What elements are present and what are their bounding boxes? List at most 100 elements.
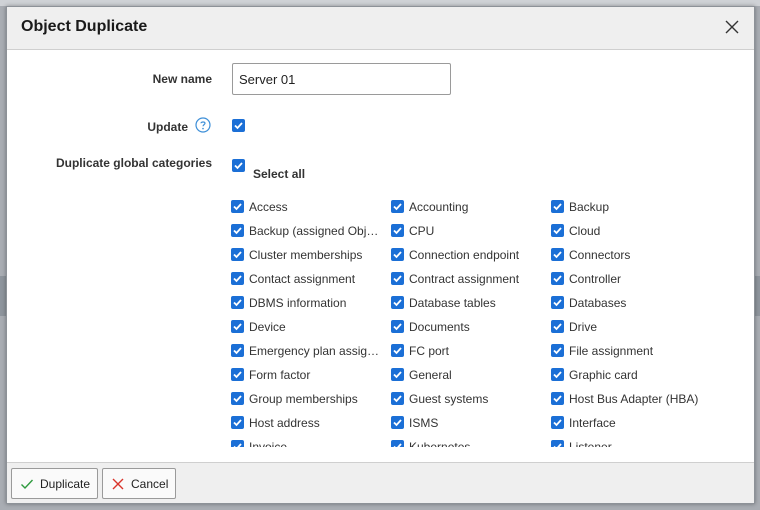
- category-item[interactable]: CPU: [391, 219, 549, 243]
- category-item[interactable]: Graphic card: [551, 363, 709, 387]
- category-label: Listener: [569, 440, 612, 447]
- cancel-button[interactable]: Cancel: [102, 468, 176, 499]
- duplicate-button[interactable]: Duplicate: [11, 468, 98, 499]
- category-checkbox[interactable]: [551, 368, 564, 381]
- category-item[interactable]: Connection endpoint: [391, 243, 549, 267]
- category-item[interactable]: General: [391, 363, 549, 387]
- category-checkbox[interactable]: [231, 200, 244, 213]
- category-label: Host address: [249, 416, 320, 430]
- category-item[interactable]: Cluster memberships: [231, 243, 389, 267]
- category-item[interactable]: File assignment: [551, 339, 709, 363]
- question-circle-icon[interactable]: [195, 117, 211, 133]
- category-item[interactable]: Contract assignment: [391, 267, 549, 291]
- category-label: Accounting: [409, 200, 469, 214]
- update-label: Update: [147, 120, 188, 134]
- category-label: Contact assignment: [249, 272, 356, 286]
- category-item[interactable]: Contact assignment: [231, 267, 389, 291]
- category-checkbox[interactable]: [551, 296, 564, 309]
- category-checkbox[interactable]: [551, 224, 564, 237]
- category-checkbox[interactable]: [391, 296, 404, 309]
- category-label: Invoice: [249, 440, 288, 447]
- category-label: Guest systems: [409, 392, 489, 406]
- category-checkbox[interactable]: [231, 416, 244, 429]
- category-checkbox[interactable]: [551, 440, 564, 447]
- category-checkbox[interactable]: [391, 200, 404, 213]
- category-item[interactable]: Host address: [231, 411, 389, 435]
- category-checkbox[interactable]: [551, 248, 564, 261]
- new-name-input[interactable]: [232, 63, 451, 95]
- category-label: Cloud: [569, 224, 601, 238]
- duplicate-categories-label: Duplicate global categories: [55, 156, 212, 170]
- category-checkbox-grid: Access Accounting Backup Backup (assigned O…: [231, 195, 731, 447]
- category-item[interactable]: Device: [231, 315, 389, 339]
- category-item[interactable]: ISMS: [391, 411, 549, 435]
- category-label: Connection endpoint: [409, 248, 520, 262]
- category-label: Interface: [569, 416, 616, 430]
- category-label: Graphic card: [569, 368, 638, 382]
- category-checkbox[interactable]: [231, 272, 244, 285]
- category-item[interactable]: Connectors: [551, 243, 709, 267]
- category-label: Kubernetes: [409, 440, 471, 447]
- category-checkbox[interactable]: [231, 248, 244, 261]
- category-checkbox[interactable]: [551, 344, 564, 357]
- category-item[interactable]: DBMS information: [231, 291, 389, 315]
- category-checkbox[interactable]: [551, 392, 564, 405]
- close-icon[interactable]: [724, 19, 740, 35]
- category-item[interactable]: Databases: [551, 291, 709, 315]
- category-checkbox[interactable]: [231, 320, 244, 333]
- dialog-footer: Duplicate Cancel: [7, 462, 754, 503]
- category-item[interactable]: Documents: [391, 315, 549, 339]
- category-checkbox[interactable]: [231, 344, 244, 357]
- category-item[interactable]: Group memberships: [231, 387, 389, 411]
- category-item[interactable]: Host Bus Adapter (HBA): [551, 387, 709, 411]
- category-item[interactable]: Interface: [551, 411, 709, 435]
- select-all-checkbox[interactable]: [232, 159, 245, 172]
- category-checkbox[interactable]: [231, 440, 244, 447]
- category-item[interactable]: Form factor: [231, 363, 389, 387]
- category-item[interactable]: Emergency plan assig…: [231, 339, 389, 363]
- category-checkbox[interactable]: [551, 416, 564, 429]
- select-all-label: Select all: [253, 167, 306, 181]
- category-checkbox[interactable]: [551, 272, 564, 285]
- category-checkbox[interactable]: [551, 200, 564, 213]
- category-checkbox[interactable]: [391, 368, 404, 381]
- category-item[interactable]: Backup: [551, 195, 709, 219]
- category-label: DBMS information: [249, 296, 347, 310]
- category-checkbox[interactable]: [391, 320, 404, 333]
- category-item[interactable]: Listener: [551, 435, 709, 447]
- category-item[interactable]: Accounting: [391, 195, 549, 219]
- category-checkbox[interactable]: [231, 392, 244, 405]
- category-item[interactable]: Guest systems: [391, 387, 549, 411]
- category-label: Documents: [409, 320, 470, 334]
- category-checkbox[interactable]: [391, 248, 404, 261]
- duplicate-button-label: Duplicate: [40, 477, 91, 491]
- category-checkbox[interactable]: [231, 296, 244, 309]
- category-label: Access: [249, 200, 288, 214]
- category-item[interactable]: FC port: [391, 339, 549, 363]
- category-checkbox[interactable]: [231, 368, 244, 381]
- category-label: Host Bus Adapter (HBA): [569, 392, 699, 406]
- category-label: Form factor: [249, 368, 311, 382]
- category-checkbox[interactable]: [391, 440, 404, 447]
- category-label: Group memberships: [249, 392, 358, 406]
- category-item[interactable]: Kubernetes: [391, 435, 549, 447]
- update-checkbox[interactable]: [232, 119, 245, 132]
- category-checkbox[interactable]: [391, 344, 404, 357]
- dialog-title: Object Duplicate: [21, 18, 148, 35]
- category-label: Databases: [569, 296, 627, 310]
- category-item[interactable]: Invoice: [231, 435, 389, 447]
- category-checkbox[interactable]: [551, 320, 564, 333]
- category-checkbox[interactable]: [391, 392, 404, 405]
- category-checkbox[interactable]: [391, 416, 404, 429]
- category-checkbox[interactable]: [391, 224, 404, 237]
- category-item[interactable]: Access: [231, 195, 389, 219]
- category-label: File assignment: [569, 344, 654, 358]
- category-checkbox[interactable]: [391, 272, 404, 285]
- category-item[interactable]: Backup (assigned Obj…: [231, 219, 389, 243]
- category-item[interactable]: Database tables: [391, 291, 549, 315]
- category-checkbox[interactable]: [231, 224, 244, 237]
- category-item[interactable]: Cloud: [551, 219, 709, 243]
- category-item[interactable]: Controller: [551, 267, 709, 291]
- x-icon: [111, 477, 125, 491]
- category-item[interactable]: Drive: [551, 315, 709, 339]
